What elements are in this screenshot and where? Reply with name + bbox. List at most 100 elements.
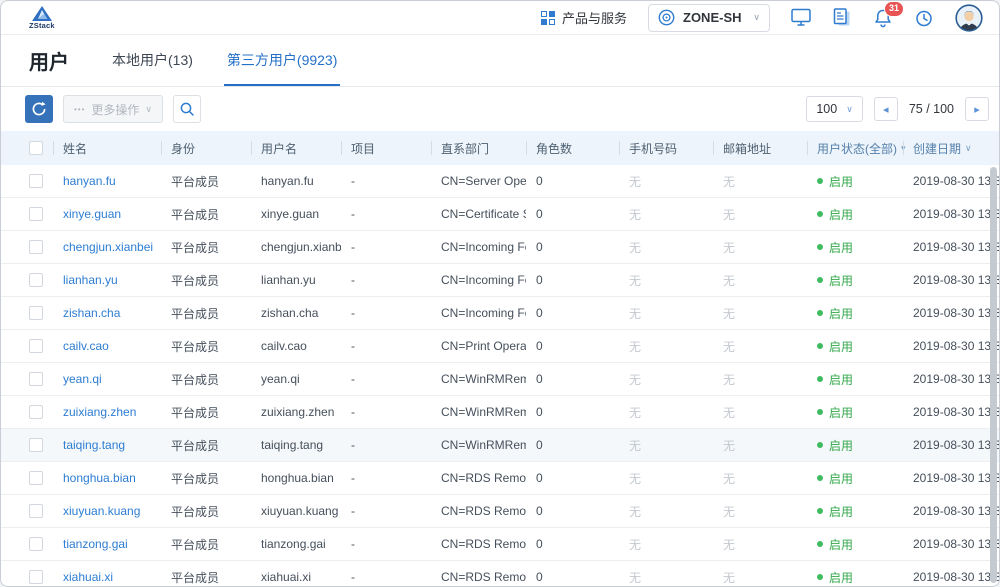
row-checkbox-cell [1, 240, 53, 254]
cell-created: 2019-08-30 13:3… [903, 471, 999, 485]
row-checkbox-cell [1, 174, 53, 188]
products-services-menu[interactable]: 产品与服务 [541, 8, 627, 27]
cell-email: 无 [713, 569, 807, 586]
user-name-link[interactable]: xiahuai.xi [63, 570, 113, 584]
status-badge: 启用 [829, 371, 853, 388]
cell-phone: 无 [619, 371, 713, 388]
cell-username: zishan.cha [251, 306, 341, 320]
user-name-link[interactable]: cailv.cao [63, 339, 109, 353]
cell-roles: 0 [526, 273, 619, 287]
status-badge: 启用 [829, 569, 853, 586]
row-checkbox[interactable] [29, 273, 43, 287]
row-checkbox[interactable] [29, 537, 43, 551]
tabs: 本地用户(13) 第三方用户(9923) [109, 35, 340, 86]
status-dot-icon [817, 178, 823, 184]
user-name-link[interactable]: xiuyuan.kuang [63, 504, 140, 518]
user-name-link[interactable]: tianzong.gai [63, 537, 128, 551]
cell-created: 2019-08-30 13:3… [903, 372, 999, 386]
row-checkbox[interactable] [29, 240, 43, 254]
status-badge: 启用 [829, 206, 853, 223]
row-checkbox[interactable] [29, 405, 43, 419]
row-checkbox[interactable] [29, 438, 43, 452]
column-header-created-sort[interactable]: 创建日期 ∨ [903, 140, 999, 157]
cell-created: 2019-08-30 13:3… [903, 438, 999, 452]
zone-selector[interactable]: ZONE-SH ∨ [648, 4, 770, 32]
cell-department: CN=WinRMRem… [431, 438, 526, 452]
vertical-scrollbar[interactable] [990, 167, 997, 583]
column-header-username: 用户名 [251, 140, 341, 157]
user-name-link[interactable]: chengjun.xianbei [63, 240, 153, 254]
row-checkbox-cell [1, 207, 53, 221]
cell-status: 启用 [807, 437, 903, 454]
search-button[interactable] [173, 95, 201, 123]
row-checkbox-cell [1, 273, 53, 287]
row-checkbox[interactable] [29, 339, 43, 353]
more-actions-button[interactable]: ••• 更多操作 ∨ [63, 95, 163, 123]
top-bar: ZStack 产品与服务 ZONE-SH ∨ [1, 1, 999, 35]
cell-status: 启用 [807, 503, 903, 520]
refresh-button[interactable] [25, 95, 53, 123]
page-size-select[interactable]: 100 ∨ [806, 96, 862, 122]
row-checkbox[interactable] [29, 306, 43, 320]
user-name-link[interactable]: hanyan.fu [63, 174, 116, 188]
cell-department: CN=WinRMRem… [431, 405, 526, 419]
user-name-link[interactable]: xinye.guan [63, 207, 121, 221]
cell-roles: 0 [526, 339, 619, 353]
zstack-logo[interactable]: ZStack [29, 6, 55, 30]
cell-identity: 平台成员 [161, 536, 251, 553]
table-header: 姓名 身份 用户名 项目 直系部门 角色数 手机号码 邮箱地址 用户状态(全部)… [1, 131, 999, 165]
cell-name: honghua.bian [53, 471, 161, 485]
column-header-phone: 手机号码 [619, 140, 713, 157]
table-row: tianzong.gai平台成员tianzong.gai-CN=RDS Remo… [1, 528, 999, 561]
cell-name: xiuyuan.kuang [53, 504, 161, 518]
row-checkbox[interactable] [29, 207, 43, 221]
cell-identity: 平台成员 [161, 569, 251, 586]
cell-created: 2019-08-30 13:3… [903, 537, 999, 551]
user-name-link[interactable]: lianhan.yu [63, 273, 118, 287]
status-dot-icon [817, 343, 823, 349]
table-row: honghua.bian平台成员honghua.bian-CN=RDS Remo… [1, 462, 999, 495]
cell-username: chengjun.xianbei [251, 240, 341, 254]
row-checkbox[interactable] [29, 570, 43, 584]
tab-local-users[interactable]: 本地用户(13) [109, 35, 196, 86]
select-all-checkbox[interactable] [29, 141, 43, 155]
cell-created: 2019-08-30 13:3… [903, 306, 999, 320]
cell-status: 启用 [807, 338, 903, 355]
status-badge: 启用 [829, 272, 853, 289]
cell-phone: 无 [619, 404, 713, 421]
operation-log-button[interactable] [832, 8, 852, 27]
tab-third-party-users[interactable]: 第三方用户(9923) [224, 35, 340, 86]
row-checkbox[interactable] [29, 174, 43, 188]
user-name-link[interactable]: taiqing.tang [63, 438, 125, 452]
cell-roles: 0 [526, 207, 619, 221]
cell-identity: 平台成员 [161, 239, 251, 256]
ellipsis-icon: ••• [74, 105, 85, 114]
cell-name: chengjun.xianbei [53, 240, 161, 254]
cell-status: 启用 [807, 206, 903, 223]
table-row: xiuyuan.kuang平台成员xiuyuan.kuang-CN=RDS Re… [1, 495, 999, 528]
cell-username: tianzong.gai [251, 537, 341, 551]
search-icon [179, 101, 195, 117]
user-name-link[interactable]: honghua.bian [63, 471, 136, 485]
notifications-button[interactable]: 31 [873, 8, 893, 28]
cell-email: 无 [713, 272, 807, 289]
user-avatar[interactable] [955, 4, 983, 32]
row-checkbox[interactable] [29, 372, 43, 386]
row-checkbox[interactable] [29, 471, 43, 485]
avatar-icon [955, 4, 983, 32]
console-button[interactable] [791, 8, 811, 27]
cell-created: 2019-08-30 13:3… [903, 504, 999, 518]
cell-phone: 无 [619, 437, 713, 454]
next-page-button[interactable]: ▸ [965, 97, 989, 121]
history-button[interactable] [914, 8, 934, 28]
column-header-status-filter[interactable]: 用户状态(全部) ▾ [807, 140, 903, 157]
user-name-link[interactable]: yean.qi [63, 372, 102, 386]
row-checkbox[interactable] [29, 504, 43, 518]
cell-username: zuixiang.zhen [251, 405, 341, 419]
row-checkbox-cell [1, 438, 53, 452]
grid-icon [541, 11, 555, 25]
prev-page-button[interactable]: ◂ [874, 97, 898, 121]
cell-name: xinye.guan [53, 207, 161, 221]
user-name-link[interactable]: zuixiang.zhen [63, 405, 136, 419]
user-name-link[interactable]: zishan.cha [63, 306, 120, 320]
